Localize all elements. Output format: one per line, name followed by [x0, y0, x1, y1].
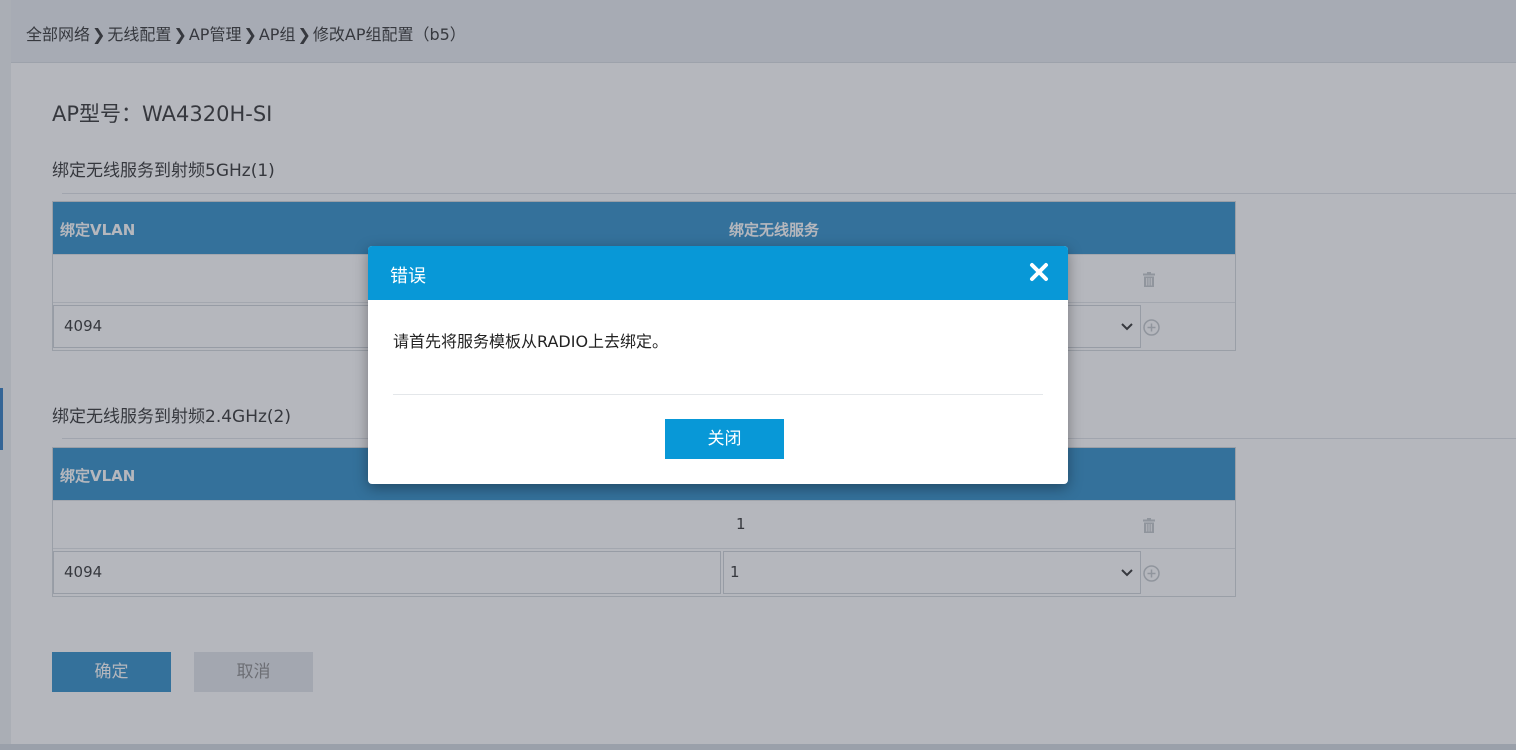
error-dialog: 错误 请首先将服务模板从RADIO上去绑定。 关闭 [368, 246, 1068, 484]
dialog-message: 请首先将服务模板从RADIO上去绑定。 [393, 332, 669, 351]
dialog-title: 错误 [390, 266, 426, 287]
close-icon[interactable] [1026, 259, 1052, 285]
bottom-bar [0, 744, 1516, 750]
dialog-close-button[interactable]: 关闭 [665, 419, 784, 459]
dialog-header: 错误 [368, 246, 1068, 300]
dialog-divider [393, 394, 1043, 395]
